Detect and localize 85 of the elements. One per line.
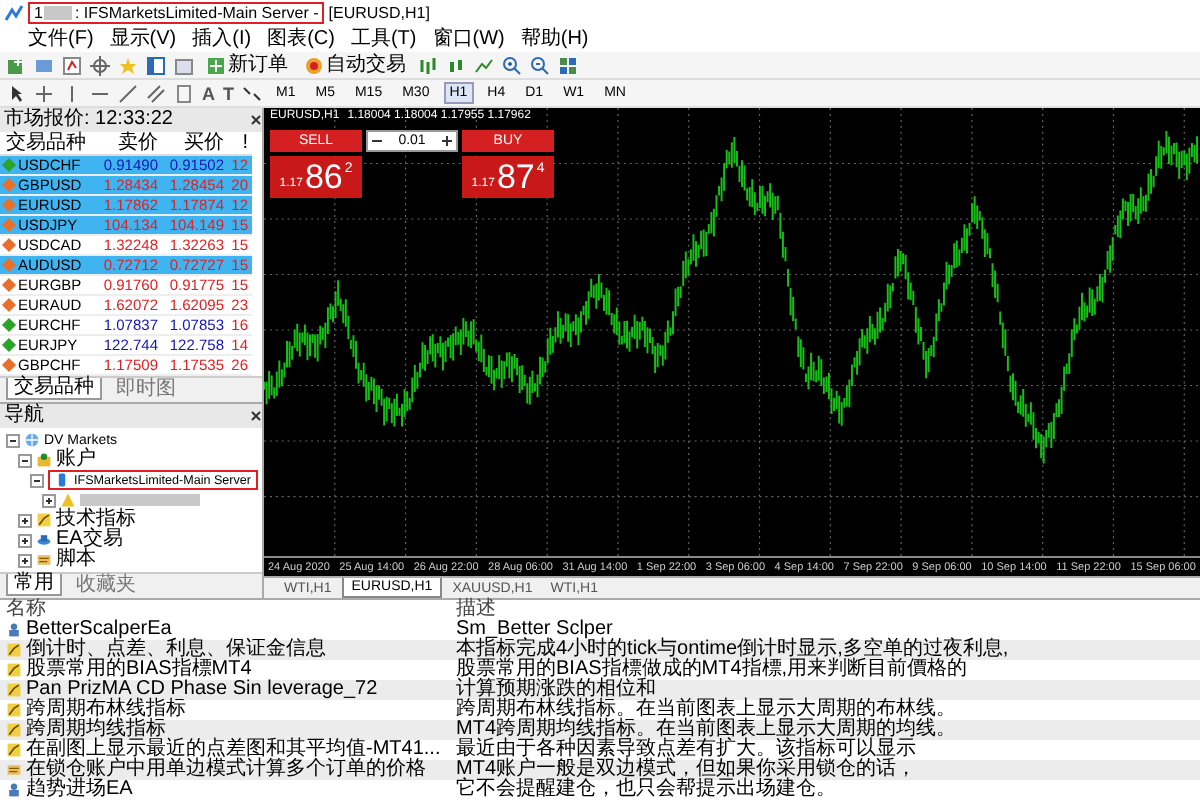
description-cell: MT4跨周期均线指标。在当前图表上显示大周期的均线。: [456, 718, 956, 740]
candles-icon: [446, 55, 466, 75]
name-cell[interactable]: BetterScalperEa: [26, 620, 172, 640]
menu-item[interactable]: 窗口(W): [432, 27, 505, 51]
description-cell: 计算预期涨跌的相位和: [456, 678, 656, 700]
target-icon: [304, 55, 324, 75]
tile-icon: [558, 55, 578, 75]
title-text: : IFSMarketsLimited-Main Server -: [74, 4, 319, 22]
chart-line-icon: [6, 682, 22, 698]
person-icon: [6, 782, 22, 798]
panel-tab[interactable]: 收藏夹: [70, 574, 142, 596]
zoom-in-icon: [502, 55, 522, 75]
panel-tab[interactable]: 常用: [6, 574, 62, 596]
chart-line-icon: [6, 702, 22, 718]
server-icon: [54, 472, 70, 488]
line-chart-icon: [474, 55, 494, 75]
title-text: [EURUSD,H1]: [328, 4, 430, 22]
plus-icon[interactable]: [442, 136, 452, 146]
star-icon: [118, 55, 138, 75]
text-tool[interactable]: T: [223, 83, 234, 103]
close-icon[interactable]: [250, 114, 262, 126]
panel-tab[interactable]: 即时图: [110, 378, 182, 400]
collapse-icon[interactable]: [6, 433, 20, 447]
name-cell[interactable]: 趋势进场EA: [26, 780, 133, 800]
description-cell: Sm_Better Sclper: [456, 618, 613, 640]
expand-icon[interactable]: [18, 553, 32, 567]
app-icon: [4, 3, 24, 23]
new-order-button[interactable]: 新订单: [202, 53, 292, 77]
zoom-out-icon: [530, 55, 550, 75]
menu-item[interactable]: 图表(C): [267, 27, 335, 51]
minus-icon[interactable]: [372, 136, 382, 146]
column-header[interactable]: 描述: [456, 598, 496, 620]
menu-item[interactable]: 文件(F): [28, 27, 94, 51]
text-tool[interactable]: A: [202, 83, 215, 103]
panel-title: 导航: [4, 404, 44, 428]
description-cell: 股票常用的BIAS指標做成的MT4指標,用来判断目前價格的: [456, 658, 968, 680]
crosshair-icon: [90, 55, 110, 75]
tree-label[interactable]: 技术指标: [56, 510, 136, 530]
tree-label[interactable]: EA交易: [56, 530, 123, 550]
tree-label[interactable]: 脚本: [56, 550, 96, 570]
menu-item[interactable]: 插入(I): [192, 27, 252, 51]
auto-trading-button[interactable]: 自动交易: [300, 53, 410, 77]
expand-icon[interactable]: [18, 513, 32, 527]
menu-item[interactable]: 工具(T): [350, 27, 417, 51]
column-header[interactable]: 名称: [6, 598, 46, 620]
scroll-icon: [36, 552, 52, 568]
hat-icon: [36, 532, 52, 548]
name-cell[interactable]: 倒计时、点差、利息、保证金信息: [26, 640, 326, 660]
name-cell[interactable]: 在副图上显示最近的点差图和其平均值-MT41...: [26, 740, 441, 760]
description-cell: 跨周期布林线指标。在当前图表上显示大周期的布林线。: [456, 698, 956, 720]
crosshair-icon: [34, 83, 54, 103]
chart-line-icon: [36, 512, 52, 528]
description-cell: MT4账户一般是双边模式，但如果你采用锁仓的话，: [456, 758, 916, 780]
warning-icon: [60, 492, 76, 508]
folder-people-icon: [36, 452, 52, 468]
close-icon[interactable]: [250, 410, 262, 422]
name-cell[interactable]: 跨周期均线指标: [26, 720, 166, 740]
scroll-icon: [6, 762, 22, 778]
collapse-icon[interactable]: [30, 473, 44, 487]
menu-item[interactable]: 显示(V): [109, 27, 177, 51]
description-cell: 最近由于各种因素导致点差有扩大。该指标可以显示: [456, 738, 916, 760]
name-cell[interactable]: 跨周期布林线指标: [26, 700, 186, 720]
title-text: 1: [34, 4, 43, 22]
name-cell[interactable]: 在锁仓账户中用单边模式计算多个订单的价格: [26, 760, 426, 780]
description-cell: 它不会提醒建仓，也只会帮提示出场建仓。: [456, 778, 836, 800]
chart-line-icon: [6, 742, 22, 758]
description-cell: 本指标完成4小时的tick与ontime倒计时显示,多空单的过夜利息,: [456, 638, 1009, 660]
redacted-text: [44, 6, 73, 20]
tree-label[interactable]: 账户: [56, 450, 96, 470]
expand-icon[interactable]: [42, 493, 56, 507]
redacted-text: [80, 494, 200, 506]
name-cell[interactable]: 股票常用的BIAS指標MT4: [26, 660, 252, 680]
channel-icon: [146, 83, 166, 103]
globe-icon: [24, 432, 40, 448]
collapse-icon[interactable]: [18, 453, 32, 467]
chart-line-icon: [6, 642, 22, 658]
bar-chart-icon: [418, 55, 438, 75]
panel-tab[interactable]: 交易品种: [6, 378, 102, 400]
trendline-icon: [118, 83, 138, 103]
expand-icon[interactable]: [18, 533, 32, 547]
person-icon: [6, 622, 22, 638]
menu-item[interactable]: 帮助(H): [520, 27, 589, 51]
cursor-icon: [6, 83, 26, 103]
chart-line-icon: [6, 722, 22, 738]
chart-line-icon: [6, 662, 22, 678]
